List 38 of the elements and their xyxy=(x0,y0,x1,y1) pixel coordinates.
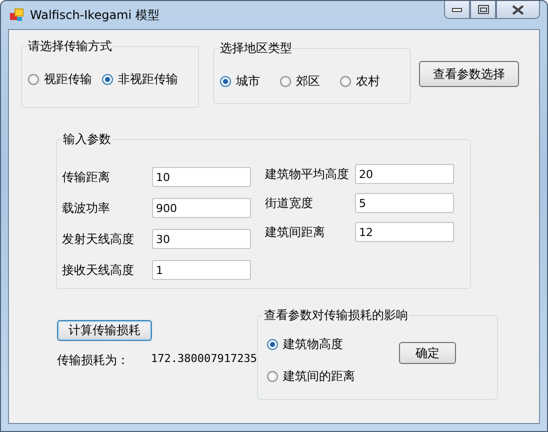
field-label: 街道宽度 xyxy=(265,194,314,212)
radio-button[interactable]: 视距传输 xyxy=(28,71,92,88)
result-value: 172.380007917235 xyxy=(151,352,257,367)
minimize-icon xyxy=(452,8,462,12)
group-title: 选择地区类型 xyxy=(219,40,293,57)
field-label: 建筑物平均高度 xyxy=(265,166,350,182)
maximize-icon xyxy=(478,5,488,14)
close-icon xyxy=(512,4,524,14)
field-label: 建筑间距离 xyxy=(265,224,326,240)
view-parameters-button[interactable]: 查看参数选择 xyxy=(419,61,519,87)
result-label: 传输损耗为： xyxy=(57,352,130,369)
calculate-button[interactable]: 计算传输损耗 xyxy=(57,320,152,341)
input-field[interactable]: 20 xyxy=(355,164,454,184)
close-button[interactable] xyxy=(496,1,540,19)
radio-button[interactable]: 农村 xyxy=(340,73,380,90)
group-title: 查看参数对传输损耗的影响 xyxy=(263,307,409,324)
confirm-button[interactable]: 确定 xyxy=(399,342,456,364)
group-title: 输入参数 xyxy=(62,131,112,148)
field-label: 传输距离 xyxy=(62,168,111,186)
radio-button[interactable]: 建筑间的距离 xyxy=(267,368,399,385)
minimize-button[interactable] xyxy=(444,1,470,19)
field-label: 发射天线高度 xyxy=(62,230,135,248)
input-field[interactable]: 5 xyxy=(355,193,454,213)
input-field[interactable]: 900 xyxy=(152,198,251,218)
input-field[interactable]: 1 xyxy=(152,260,251,280)
input-field[interactable]: 12 xyxy=(355,222,454,242)
input-field[interactable]: 30 xyxy=(152,229,251,249)
radio-button[interactable]: 郊区 xyxy=(280,73,320,90)
radio-button[interactable]: 非视距传输 xyxy=(102,71,178,88)
input-field[interactable]: 10 xyxy=(152,167,251,187)
field-label: 接收天线高度 xyxy=(62,262,135,278)
radio-button[interactable]: 城市 xyxy=(220,73,260,90)
app-icon xyxy=(10,8,24,22)
field-label: 载波功率 xyxy=(62,200,111,216)
maximize-button[interactable] xyxy=(470,1,496,19)
radio-button[interactable]: 建筑物高度 xyxy=(267,336,399,353)
window-title: Walfisch-Ikegami 模型 xyxy=(30,6,160,24)
group-title: 请选择传输方式 xyxy=(27,38,113,55)
